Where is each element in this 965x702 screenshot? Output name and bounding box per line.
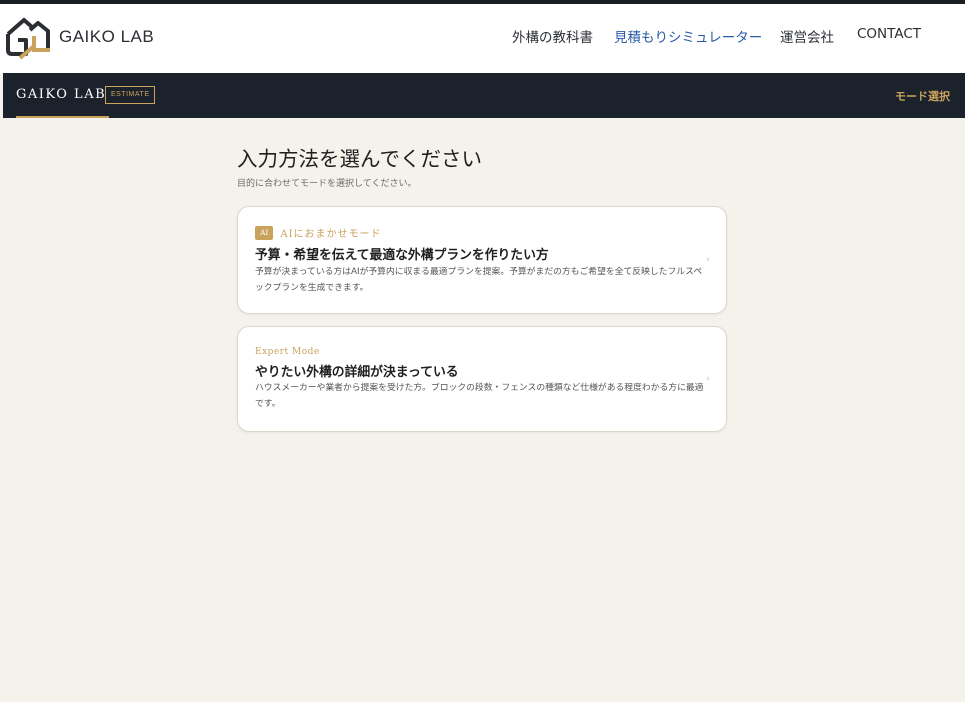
expert-mode-card[interactable]: Expert Mode やりたい外構の詳細が決まっている ハウスメーカーや業者か…	[237, 326, 727, 432]
ai-mode-card[interactable]: AI AIにおまかせモード 予算・希望を伝えて最適な外構プランを作りたい方 予算…	[237, 206, 727, 314]
ai-badge: AI	[255, 225, 274, 240]
mode-select-label: モード選択	[895, 90, 950, 103]
page-title: 入力方法を選んでください	[237, 147, 482, 171]
card-mode-name: AIにおまかせモード	[280, 229, 382, 240]
chevron-right-icon: ›	[706, 255, 710, 265]
card-tag-row: AI AIにおまかせモード	[255, 225, 382, 240]
nav-link-gaiko-textbook[interactable]: 外構の教科書	[512, 26, 593, 46]
card-tag-row: Expert Mode	[255, 347, 320, 357]
nav-link-estimate-simulator[interactable]: 見積もりシミュレーター	[614, 26, 762, 46]
chevron-right-icon: ›	[706, 374, 710, 384]
site-nav: 外構の教科書 見積もりシミュレーター 運営会社 CONTACT	[0, 26, 965, 46]
card-description: ハウスメーカーや業者から提案を受けた方。ブロックの段数・フェンスの種類など仕様が…	[255, 383, 704, 409]
card-title: やりたい外構の詳細が決まっている	[255, 365, 459, 380]
nav-link-contact[interactable]: CONTACT	[857, 26, 921, 42]
card-mode-name: Expert Mode	[255, 347, 320, 357]
site-header: GAIKO LAB 外構の教科書 見積もりシミュレーター 運営会社 CONTAC…	[0, 4, 965, 73]
app-brand[interactable]: GAIKO LAB	[16, 87, 106, 102]
page-subtitle: 目的に合わせてモードを選択してください。	[237, 179, 417, 189]
nav-link-company[interactable]: 運営会社	[780, 26, 834, 46]
estimate-badge: ESTIMATE	[105, 86, 156, 104]
card-title: 予算・希望を伝えて最適な外構プランを作りたい方	[255, 248, 549, 263]
card-description: 予算が決まっている方はAIが予算内に収まる最適プランを提案。予算がまだの方もご希…	[255, 267, 703, 293]
main-content: 入力方法を選んでください 目的に合わせてモードを選択してください。 AI AIに…	[3, 118, 965, 702]
app-bar: GAIKO LAB ESTIMATE モード選択	[3, 73, 965, 118]
